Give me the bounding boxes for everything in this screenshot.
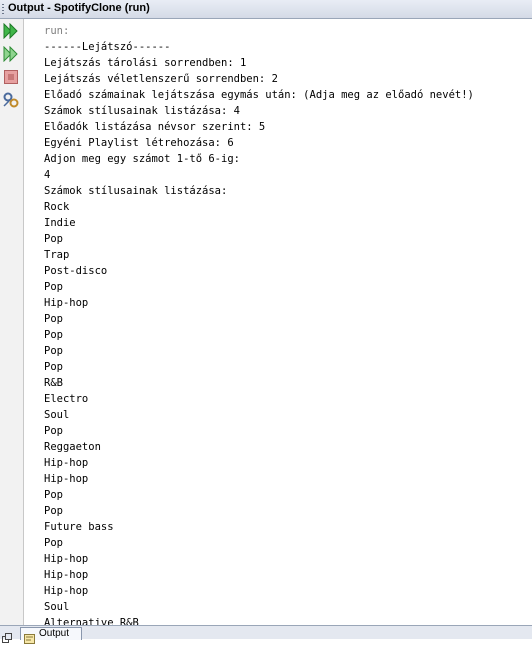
console-line: Rock [44,201,70,213]
console-line: Hip-hop [44,553,89,565]
output-toolbar [0,19,24,625]
console-line: Pop [44,281,63,293]
window-title: Output - SpotifyClone (run) [8,2,150,14]
output-window-icon [24,629,35,644]
console-line: Pop [44,425,63,437]
console-line: Pop [44,313,63,325]
console-line: Electro [44,393,89,405]
console-line: Pop [44,233,63,245]
window-restore-icon[interactable] [2,628,12,643]
rerun-icon[interactable] [3,22,19,40]
console-line: Előadó számainak lejátszása egymás után:… [44,89,474,101]
tab-output[interactable]: Output [20,627,82,644]
console-line: Lejátszás véletlenszerű sorrendben: 2 [44,73,278,85]
settings-icon[interactable] [3,92,19,108]
console-line: Számok stílusainak listázása: [44,185,228,197]
console-line: Indie [44,217,76,229]
console-line: Hip-hop [44,585,89,597]
console-line: Hip-hop [44,297,89,309]
console-line: Pop [44,505,63,517]
console-line: Hip-hop [44,569,89,581]
console-line: R&B [44,377,63,389]
console-line: Future bass [44,521,114,533]
console-line: run: [44,25,70,37]
console-line: Alternative R&B [44,617,139,625]
rerun-with-params-icon[interactable] [3,45,19,63]
console-line: ------Lejátszó------ [44,41,171,53]
stop-icon[interactable] [3,69,19,85]
console-lines: run: ------Lejátszó------ Lejátszás tárolá… [44,23,474,625]
console-line: Egyéni Playlist létrehozása: 6 [44,137,234,149]
bottom-tab-bar: Output [0,625,532,644]
output-window-titlebar[interactable]: Output - SpotifyClone (run) [0,0,532,19]
console-line: Pop [44,489,63,501]
console-line: Hip-hop [44,473,89,485]
drag-grip-icon[interactable] [2,4,4,15]
console-line: Számok stílusainak listázása: 4 [44,105,240,117]
console-line: Hip-hop [44,457,89,469]
console-output[interactable]: run: ------Lejátszó------ Lejátszás tárolá… [24,19,532,625]
console-line: Trap [44,249,70,261]
console-line: 4 [44,169,51,181]
console-line: Soul [44,601,70,613]
console-line: Adjon meg egy számot 1-tő 6-ig: [44,153,240,165]
console-line: Reggaeton [44,441,101,453]
console-line: Pop [44,537,63,549]
console-line: Pop [44,345,63,357]
console-line: Előadók listázása névsor szerint: 5 [44,121,266,133]
console-line: Post-disco [44,265,108,277]
console-line: Lejátszás tárolási sorrendben: 1 [44,57,247,69]
tab-output-label: Output [39,628,70,639]
console-line: Pop [44,329,63,341]
console-line: Soul [44,409,70,421]
console-line: Pop [44,361,63,373]
